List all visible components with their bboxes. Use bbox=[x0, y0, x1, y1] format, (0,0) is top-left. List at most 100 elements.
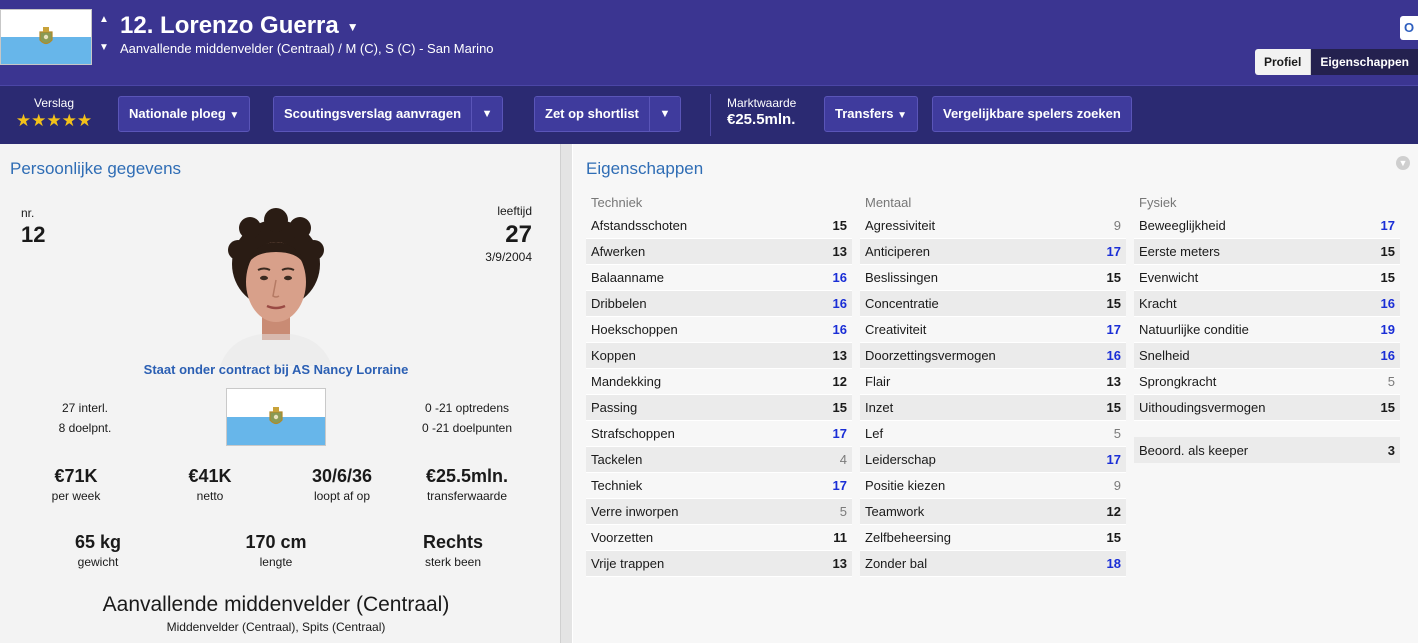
player-name-text: 12. Lorenzo Guerra bbox=[120, 12, 339, 39]
u21-appearances: 0 -21 optredens bbox=[424, 401, 510, 415]
attribute-row[interactable]: Sprongkracht 5 bbox=[1134, 369, 1400, 395]
attribute-value: 15 bbox=[832, 218, 847, 233]
attribute-row[interactable]: Balaanname 16 bbox=[586, 265, 852, 291]
attribute-name: Vrije trappen bbox=[591, 556, 665, 571]
squad-number: 12 bbox=[21, 222, 46, 247]
scouting-request-button[interactable]: Scoutingsverslag aanvragen bbox=[274, 97, 473, 131]
attribute-row[interactable]: Verre inworpen 5 bbox=[586, 499, 852, 525]
attribute-row[interactable]: Vrije trappen 13 bbox=[586, 551, 852, 577]
contract-club-link[interactable]: Staat onder contract bij AS Nancy Lorrai… bbox=[0, 362, 552, 377]
attribute-name: Evenwicht bbox=[1139, 270, 1199, 285]
attribute-row[interactable]: Techniek 17 bbox=[586, 473, 852, 499]
attribute-value: 15 bbox=[1106, 270, 1121, 285]
transfer-value-label: transferwaarde bbox=[426, 489, 508, 503]
attribute-row[interactable]: Beslissingen 15 bbox=[860, 265, 1126, 291]
attribute-value: 16 bbox=[832, 270, 847, 285]
attribute-row[interactable]: Beweeglijkheid 17 bbox=[1134, 213, 1400, 239]
attribute-row[interactable]: Agressiviteit 9 bbox=[860, 213, 1126, 239]
transfers-button[interactable]: Transfers ▼ bbox=[824, 96, 919, 132]
attribute-row[interactable]: Dribbelen 16 bbox=[586, 291, 852, 317]
attribute-value: 11 bbox=[833, 530, 847, 545]
international-stats: 27 interl. 8 doelpnt. bbox=[0, 398, 170, 438]
shortlist-button[interactable]: Zet op shortlist bbox=[535, 97, 650, 131]
tab-eigenschappen[interactable]: Eigenschappen bbox=[1311, 49, 1418, 75]
report-label: Verslag bbox=[33, 96, 75, 110]
attribute-list: Agressiviteit 9 Anticiperen 17 Beslissingen 1… bbox=[860, 213, 1126, 577]
attribute-row[interactable]: Afstandsschoten 15 bbox=[586, 213, 852, 239]
attribute-value: 13 bbox=[832, 556, 847, 571]
coat-of-arms-icon bbox=[39, 27, 53, 45]
attribute-name: Lef bbox=[865, 426, 884, 441]
attribute-row[interactable]: Inzet 15 bbox=[860, 395, 1126, 421]
attribute-group-heading: Fysiek bbox=[1139, 195, 1177, 210]
attributes-panel: Eigenschappen ▼ Techniek Afstandsschoten… bbox=[573, 144, 1418, 643]
attribute-row[interactable]: Zelfbeheersing 15 bbox=[860, 525, 1126, 551]
attribute-row[interactable]: Mandekking 12 bbox=[586, 369, 852, 395]
attribute-name: Hoekschoppen bbox=[591, 322, 678, 337]
attribute-row[interactable]: Concentratie 15 bbox=[860, 291, 1126, 317]
chevron-down-icon[interactable]: ▼ bbox=[472, 97, 503, 131]
view-tabs: Profiel Eigenschappen bbox=[1254, 49, 1418, 75]
attribute-value: 13 bbox=[832, 348, 847, 363]
attribute-row[interactable]: Strafschoppen 17 bbox=[586, 421, 852, 447]
contract-expiry-stat: 30/6/36 loopt af op bbox=[277, 466, 407, 503]
overflow-button[interactable]: O bbox=[1400, 16, 1418, 40]
attribute-row[interactable]: Anticiperen 17 bbox=[860, 239, 1126, 265]
attribute-name: Beoord. als keeper bbox=[1139, 442, 1249, 458]
panel-title: Persoonlijke gegevens bbox=[10, 159, 182, 178]
attribute-row[interactable]: Natuurlijke conditie 19 bbox=[1134, 317, 1400, 343]
attribute-row[interactable]: Afwerken 13 bbox=[586, 239, 852, 265]
attribute-name: Zelfbeheersing bbox=[865, 530, 951, 545]
attribute-row[interactable]: Evenwicht 15 bbox=[1134, 265, 1400, 291]
tab-profiel[interactable]: Profiel bbox=[1254, 49, 1312, 75]
preferred-foot-label: sterk been bbox=[424, 555, 482, 569]
chevron-down-icon[interactable]: ▼ bbox=[649, 97, 680, 131]
chevron-down-icon[interactable]: ▼ bbox=[347, 20, 359, 34]
attribute-row[interactable]: Koppen 13 bbox=[586, 343, 852, 369]
player-name[interactable]: 12. Lorenzo Guerra ▼ bbox=[120, 12, 359, 40]
attribute-row[interactable]: Voorzetten 11 bbox=[586, 525, 852, 551]
market-value: Marktwaarde €25.5mln. bbox=[727, 96, 796, 128]
attribute-row[interactable]: Tackelen 4 bbox=[586, 447, 852, 473]
attribute-row[interactable]: Leiderschap 17 bbox=[860, 447, 1126, 473]
attribute-name: Mandekking bbox=[591, 374, 662, 389]
nation-flag[interactable] bbox=[226, 388, 326, 446]
keeper-rating-row[interactable]: Beoord. als keeper 3 bbox=[1134, 437, 1400, 463]
transfers-label: Transfers bbox=[835, 106, 894, 121]
attribute-value: 15 bbox=[1380, 244, 1395, 259]
previous-player-arrow-icon[interactable]: ▲ bbox=[99, 14, 109, 25]
attribute-row[interactable]: Hoekschoppen 16 bbox=[586, 317, 852, 343]
attribute-name: Snelheid bbox=[1139, 348, 1190, 363]
chevron-down-icon: ▼ bbox=[229, 110, 240, 121]
player-toolbar: Verslag ★★★★★ Nationale ploeg ▼ Scouting… bbox=[0, 85, 1418, 144]
attribute-row[interactable]: Kracht 16 bbox=[1134, 291, 1400, 317]
attribute-row[interactable]: Uithoudingsvermogen 15 bbox=[1134, 395, 1400, 421]
report-rating[interactable]: Verslag ★★★★★ bbox=[10, 96, 98, 131]
age-label: leeftijd bbox=[497, 204, 532, 218]
attribute-row[interactable]: Zonder bal 18 bbox=[860, 551, 1126, 577]
attribute-row[interactable]: Flair 13 bbox=[860, 369, 1126, 395]
attribute-row[interactable]: Lef 5 bbox=[860, 421, 1126, 447]
panel-splitter[interactable] bbox=[560, 144, 572, 643]
attribute-name: Balaanname bbox=[591, 270, 664, 285]
attribute-name: Uithoudingsvermogen bbox=[1139, 400, 1266, 415]
attribute-value: 15 bbox=[1380, 400, 1395, 415]
technical-attributes: Techniek Afstandsschoten 15 Afwerken 13 Bala… bbox=[586, 195, 852, 577]
attribute-row[interactable]: Positie kiezen 9 bbox=[860, 473, 1126, 499]
attribute-row[interactable]: Snelheid 16 bbox=[1134, 343, 1400, 369]
attribute-row[interactable]: Eerste meters 15 bbox=[1134, 239, 1400, 265]
collapse-toggle-icon[interactable]: ▼ bbox=[1396, 156, 1410, 170]
attribute-value: 9 bbox=[1113, 478, 1121, 493]
attribute-value: 17 bbox=[1106, 244, 1121, 259]
attribute-row[interactable]: Passing 15 bbox=[586, 395, 852, 421]
attribute-row[interactable]: Doorzettingsvermogen 16 bbox=[860, 343, 1126, 369]
attribute-name: Voorzetten bbox=[591, 530, 654, 545]
next-player-arrow-icon[interactable]: ▼ bbox=[99, 42, 109, 53]
wage-stat: €71K per week bbox=[11, 466, 141, 503]
attribute-value: 17 bbox=[1380, 218, 1395, 233]
san-marino-flag bbox=[0, 9, 92, 65]
attribute-row[interactable]: Creativiteit 17 bbox=[860, 317, 1126, 343]
attribute-row[interactable]: Teamwork 12 bbox=[860, 499, 1126, 525]
national-team-button[interactable]: Nationale ploeg ▼ bbox=[118, 96, 251, 132]
similar-players-button[interactable]: Vergelijkbare spelers zoeken bbox=[932, 96, 1132, 132]
